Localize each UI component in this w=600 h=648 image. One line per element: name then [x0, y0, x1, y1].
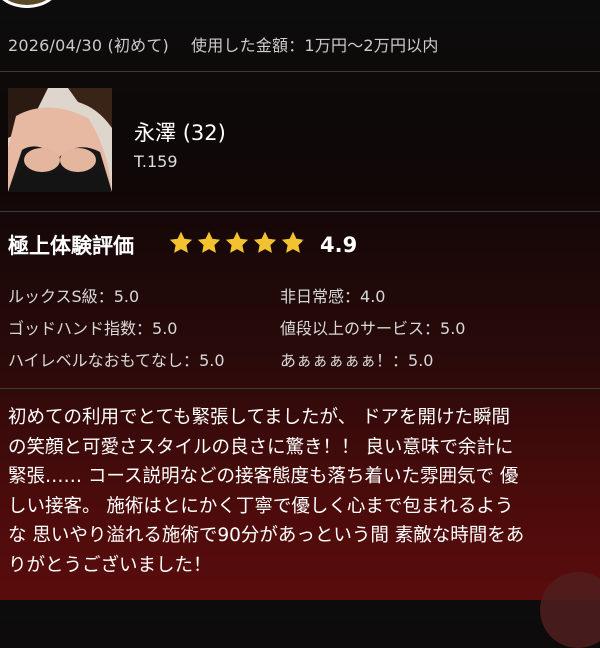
sub-rating-value-service: 値段以上のサービス：5.0 — [280, 319, 466, 338]
sub-rating-extraordinary: 非日常感：4.0 — [280, 287, 386, 306]
review-date: 2026/04/30 — [8, 36, 103, 55]
review-line: の笑顔と可愛さスタイルの良さに驚き！！ 良い意味で余計に — [8, 436, 514, 458]
sub-rating-label: 非日常感 — [280, 287, 345, 306]
review-body: 初めての利用でとても緊張してましたが、 ドアを開けた瞬間 の笑顔と可愛さスタイル… — [8, 403, 592, 580]
amount-value: 1万円〜2万円以内 — [304, 36, 439, 55]
review-line: 初めての利用でとても緊張してましたが、 ドアを開けた瞬間 — [8, 407, 511, 428]
sub-rating-value: 5.0 — [113, 287, 140, 306]
sub-rating-label: あぁぁぁぁぁ！ — [280, 351, 393, 370]
rating-title: 極上体験評価 — [8, 234, 134, 258]
star-icon — [225, 231, 249, 253]
star-half-icon — [281, 231, 305, 253]
staff-photo[interactable] — [8, 88, 112, 192]
review-meta: 2026/04/30 (初めて) 使用した金額：1万円〜2万円以内 — [8, 32, 439, 56]
review-line: りがとうございました！ — [8, 554, 212, 576]
star-rating — [168, 230, 306, 256]
sub-rating-label: ゴッドハンド指数 — [8, 319, 137, 338]
divider — [0, 211, 600, 212]
sub-rating-label: 値段以上のサービス — [280, 319, 425, 338]
review-line: しい接客。 施術はとにかく丁寧で優しく心まで包まれるよう — [8, 495, 514, 517]
star-icon — [197, 231, 221, 253]
sub-rating-aaa: あぁぁぁぁぁ！：5.0 — [280, 351, 434, 370]
staff-name[interactable]: 永澤 (32) — [134, 117, 226, 147]
visit-type: (初めて) — [107, 36, 170, 55]
floating-action-button[interactable] — [540, 572, 600, 648]
sub-rating-value: 5.0 — [408, 351, 434, 370]
sub-rating-god-hand: ゴッドハンド指数：5.0 — [8, 319, 178, 338]
star-icon — [169, 231, 193, 253]
sub-rating-value: 5.0 — [152, 319, 178, 338]
star-icon — [253, 231, 277, 253]
staff-age: (32) — [182, 121, 226, 145]
sub-rating-value: 5.0 — [199, 351, 225, 370]
divider — [0, 388, 600, 389]
divider — [0, 71, 600, 72]
rating-score: 4.9 — [320, 233, 358, 257]
review-line: 緊張…… コース説明などの接客態度も落ち着いた雰囲気で 優 — [8, 466, 519, 487]
sub-rating-label: ハイレベルなおもてなし — [8, 351, 184, 370]
sub-rating-value: 5.0 — [440, 319, 466, 338]
review-line: な 思いやり溢れる施術で90分があっという間 素敵な時間をあ — [8, 525, 525, 546]
sub-rating-hospitality: ハイレベルなおもてなし：5.0 — [8, 351, 225, 370]
reviewer-avatar — [0, 0, 60, 8]
staff-name-text: 永澤 — [134, 121, 176, 145]
amount-label: 使用した金額： — [191, 36, 305, 55]
sub-rating-value: 4.0 — [360, 287, 386, 306]
sub-rating-looks: ルックスS級：5.0 — [8, 287, 140, 306]
sub-rating-label: ルックスS級 — [8, 287, 98, 306]
staff-height: T.159 — [134, 152, 178, 171]
